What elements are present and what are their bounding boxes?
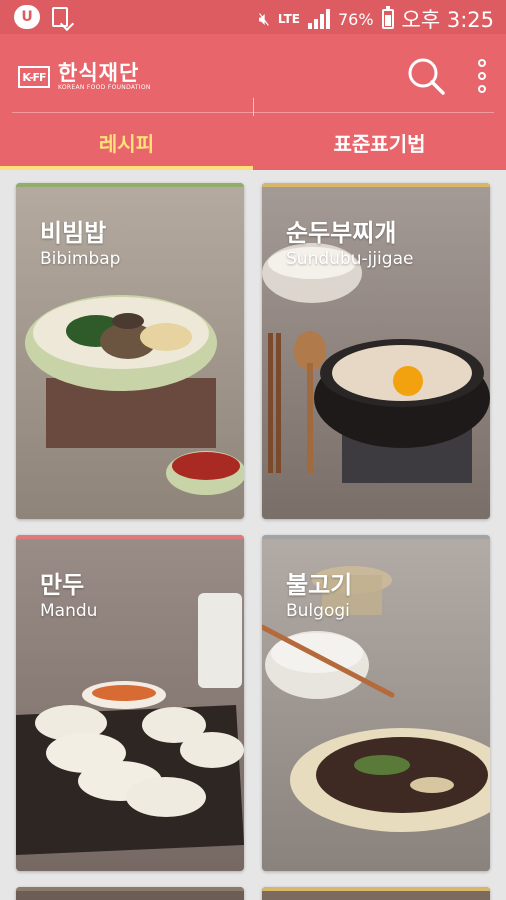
recipe-title-korean: 불고기 — [286, 571, 353, 599]
tab-recipe[interactable]: 레시피 — [0, 114, 253, 170]
recipe-title-korean: 만두 — [40, 571, 85, 599]
search-icon — [408, 58, 445, 95]
recipe-card-partial-right[interactable] — [262, 887, 490, 900]
recipe-title-korean: 순두부찌개 — [286, 219, 397, 247]
recipe-grid: 비빔밥 Bibimbap 순두부찌개 Sundubu-jjigae 만두 Man… — [0, 170, 506, 900]
card-stripe — [16, 183, 244, 187]
recipe-title-korean: 비빔밥 — [40, 219, 107, 247]
logo-korean-name: 한식재단 — [58, 61, 140, 85]
app-logo: K-FF 한식재단 KOREAN FOOD FOUNDATION — [18, 62, 151, 92]
download-icon — [52, 7, 68, 27]
battery-percent: 76% — [337, 9, 374, 29]
logo-mark: K-FF — [18, 66, 50, 88]
recipe-card-bulgogi[interactable]: 불고기 Bulgogi — [262, 535, 490, 871]
recipe-card-sundubu-jjigae[interactable]: 순두부찌개 Sundubu-jjigae — [262, 183, 490, 519]
recipe-card-partial-left[interactable] — [16, 887, 244, 900]
card-stripe — [262, 887, 490, 891]
clock: 오후 3:25 — [401, 8, 494, 32]
battery-icon — [381, 6, 394, 29]
card-stripe — [16, 887, 244, 891]
tab-separator — [253, 98, 254, 116]
card-stripe — [262, 535, 490, 539]
signal-icon — [307, 9, 330, 29]
recipe-card-mandu[interactable]: 만두 Mandu — [16, 535, 244, 871]
recipe-title-english: Mandu — [40, 601, 98, 621]
status-bar: U 🔇︎ LTE 76% 오후 3:25 — [0, 0, 506, 34]
recipe-card-bibimbap[interactable]: 비빔밥 Bibimbap — [16, 183, 244, 519]
search-button[interactable] — [404, 54, 448, 98]
network-type: LTE — [277, 12, 300, 26]
more-vert-icon[interactable] — [468, 54, 496, 98]
u-plus-icon: U — [14, 5, 40, 29]
logo-english-name: KOREAN FOOD FOUNDATION — [58, 84, 151, 91]
tab-standard-notation[interactable]: 표준표기법 — [253, 114, 506, 170]
recipe-title-english: Sundubu-jjigae — [286, 249, 414, 269]
mute-icon: 🔇︎ — [258, 8, 270, 30]
card-stripe — [16, 535, 244, 539]
card-stripe — [262, 183, 490, 187]
recipe-title-english: Bulgogi — [286, 601, 350, 621]
tab-bar: 레시피 표준표기법 — [0, 114, 506, 170]
recipe-title-english: Bibimbap — [40, 249, 121, 269]
